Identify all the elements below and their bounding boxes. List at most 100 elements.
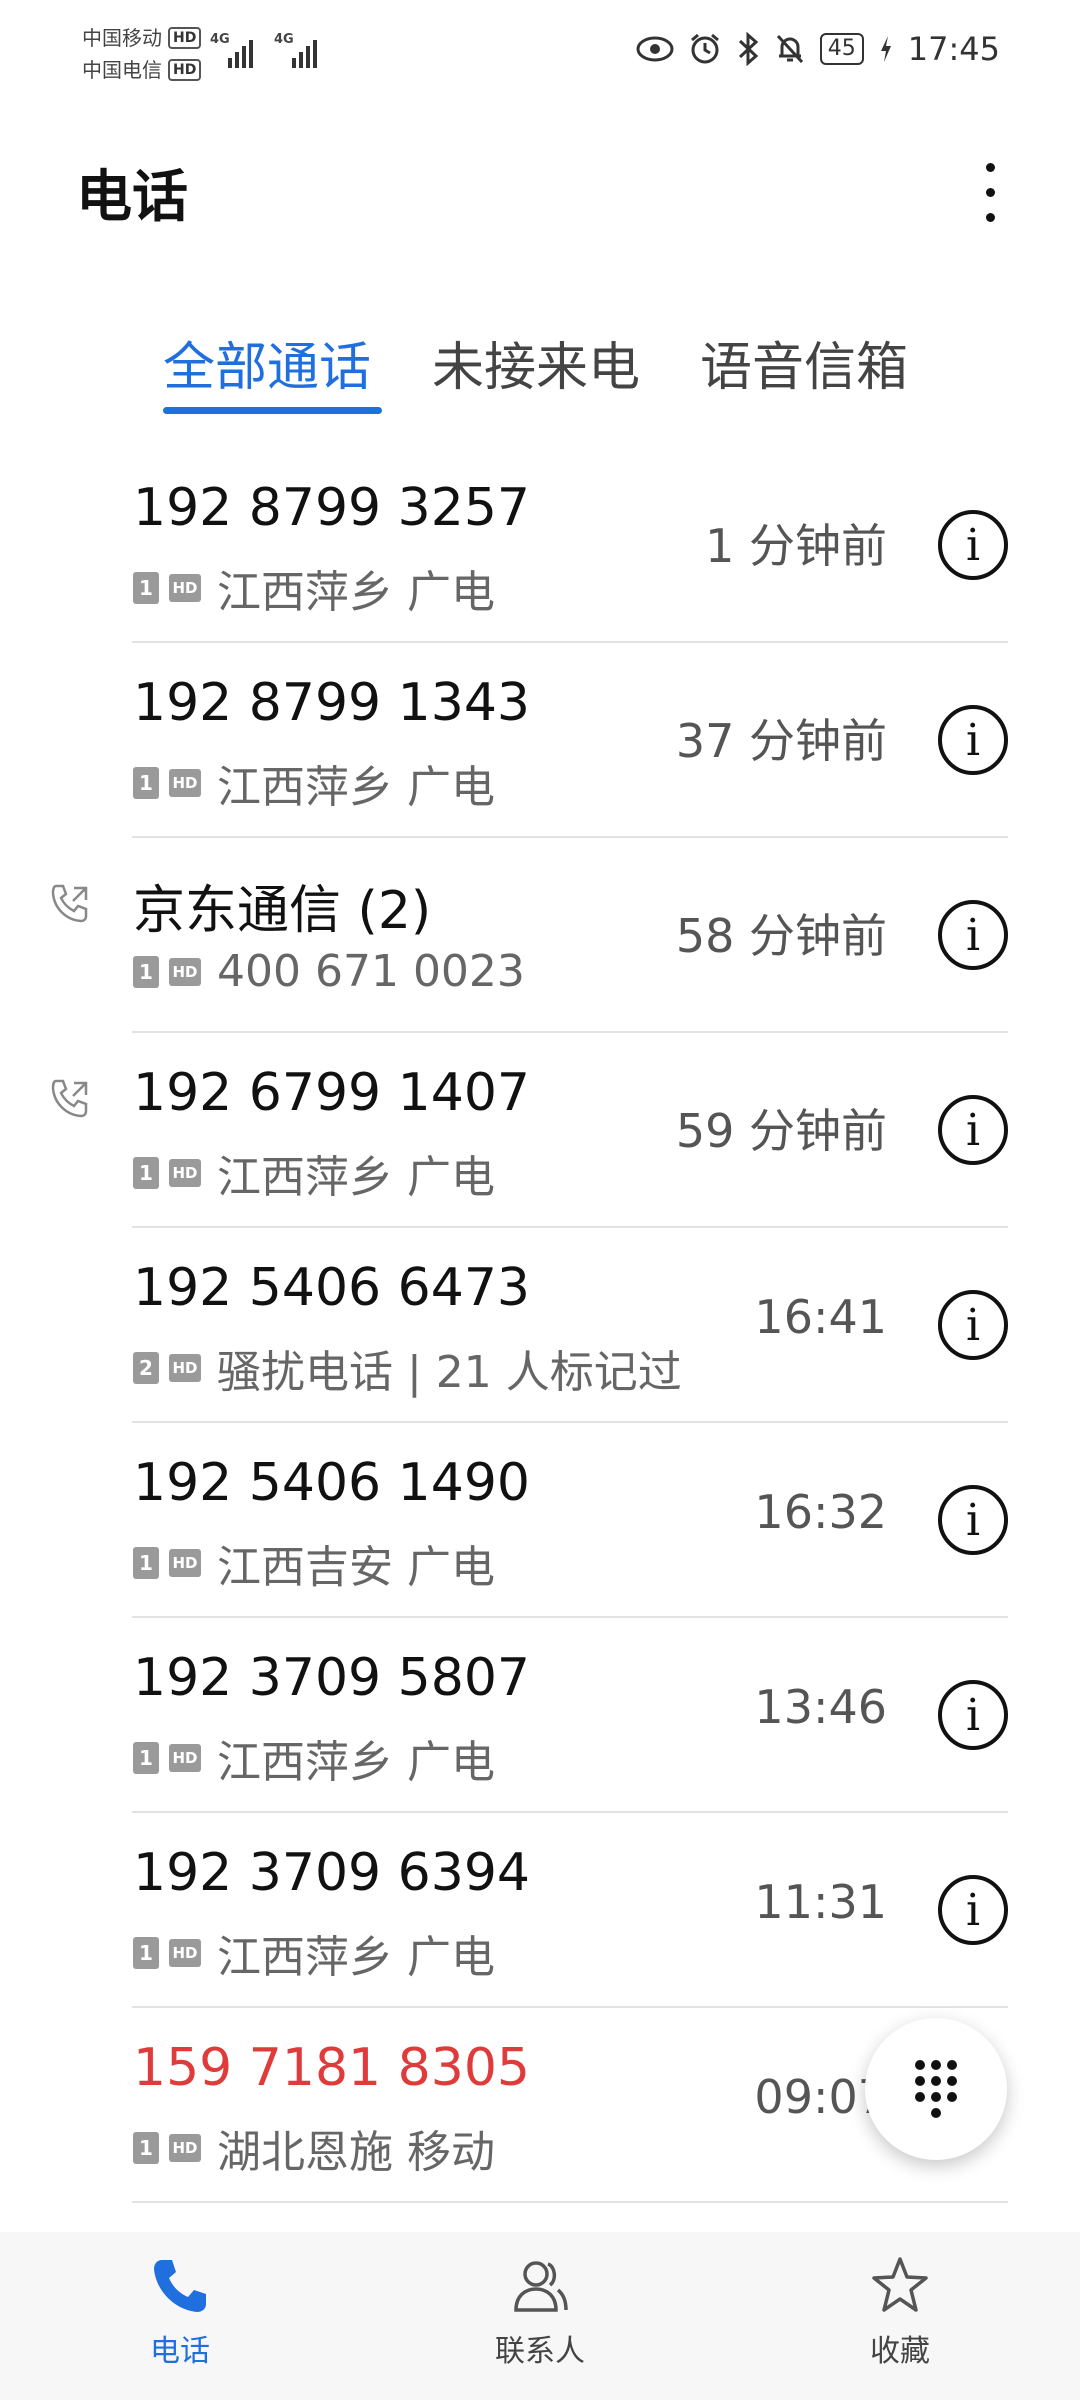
outgoing-call-icon [51, 1079, 88, 1118]
tab-all-calls[interactable]: 全部通话 [163, 325, 371, 400]
caller-name: 159 7181 8305 [133, 2038, 530, 2098]
nav-contacts[interactable]: 联系人 [440, 2254, 640, 2370]
call-time: 59 分钟前 [675, 1104, 887, 1158]
call-time: 37 分钟前 [675, 714, 887, 768]
sim-badge: 1 [133, 1937, 159, 1969]
caller-location: 400 671 0023 [217, 946, 525, 997]
outgoing-call-icon [51, 884, 88, 923]
call-log-row[interactable]: 192 3709 5807 1 HD 江西萍乡 广电 13:46 i [0, 1618, 1080, 1813]
call-log-row[interactable]: 192 5406 6473 2 HD 骚扰电话 | 21 人标记过 16:41 i [0, 1228, 1080, 1423]
call-info-button[interactable]: i [938, 1485, 1008, 1555]
more-options-button[interactable] [965, 152, 1015, 232]
charging-icon [880, 36, 891, 62]
call-info-button[interactable]: i [938, 705, 1008, 775]
nav-phone-label: 电话 [150, 2334, 210, 2369]
caller-name: 192 8799 1343 [133, 673, 530, 733]
caller-details: 1 HD 江西萍乡 广电 [133, 1921, 495, 1985]
call-info-button[interactable]: i [938, 510, 1008, 580]
caller-details: 1 HD 湖北恩施 移动 [133, 2116, 495, 2180]
caller-details: 1 HD 江西吉安 广电 [133, 1531, 495, 1595]
page-title: 电话 [76, 165, 188, 230]
row-divider [132, 2201, 1008, 2203]
call-time: 1 分钟前 [705, 519, 887, 573]
call-log-row[interactable]: 192 5406 1490 1 HD 江西吉安 广电 16:32 i [0, 1423, 1080, 1618]
info-icon: i [965, 909, 981, 961]
hd-badge: HD [169, 1549, 201, 1577]
bottom-navigation: 电话 联系人 收藏 [0, 2232, 1080, 2400]
status-time: 17:45 [907, 30, 1000, 68]
caller-name: 192 3709 5807 [133, 1648, 530, 1708]
call-time: 11:31 [754, 1875, 887, 1929]
sim-badge: 1 [133, 955, 159, 988]
tab-voicemail[interactable]: 语音信箱 [700, 325, 908, 400]
eye-icon [636, 36, 674, 62]
info-icon: i [965, 519, 981, 571]
call-time: 58 分钟前 [675, 909, 887, 963]
signal-2-icon: 4G [274, 32, 324, 68]
caller-location: 江西萍乡 广电 [217, 1932, 495, 1983]
info-icon: i [965, 1299, 981, 1351]
phone-icon [154, 2260, 206, 2312]
hd-badge: HD [169, 574, 201, 602]
call-info-button[interactable]: i [938, 1095, 1008, 1165]
caller-details: 1 HD 400 671 0023 [133, 946, 525, 997]
hd-badge: HD [169, 1159, 201, 1187]
nav-phone[interactable]: 电话 [80, 2254, 280, 2370]
hd-badge: HD [169, 769, 201, 797]
info-icon: i [965, 1104, 981, 1156]
call-log-row[interactable]: 192 8799 1343 1 HD 江西萍乡 广电 37 分钟前 i [0, 643, 1080, 838]
caller-location: 江西萍乡 广电 [217, 1737, 495, 1788]
alarm-icon [690, 33, 719, 64]
status-bar: 中国移动 HD 中国电信 HD 4G 4G 45 17:45 [0, 0, 1080, 110]
caller-name: 京东通信 (2) [133, 881, 432, 941]
dialpad-button[interactable] [865, 2018, 1007, 2160]
sim-badge: 1 [133, 1547, 159, 1579]
signal-1-icon: 4G [210, 32, 260, 68]
call-log-row[interactable]: 京东通信 (2) 1 HD 400 671 0023 58 分钟前 i [0, 838, 1080, 1033]
caller-details: 1 HD 江西萍乡 广电 [133, 556, 495, 620]
nav-favorites[interactable]: 收藏 [800, 2254, 1000, 2370]
caller-location: 江西萍乡 广电 [217, 1152, 495, 1203]
call-info-button[interactable]: i [938, 1875, 1008, 1945]
more-dots-icon [985, 162, 995, 172]
call-info-button[interactable]: i [938, 900, 1008, 970]
carrier-2-hd-badge: HD [168, 59, 202, 81]
info-icon: i [965, 1494, 981, 1546]
info-icon: i [965, 1689, 981, 1741]
contacts-icon [514, 2261, 568, 2312]
hd-badge: HD [169, 2134, 201, 2162]
carrier-1-name: 中国移动 [82, 26, 162, 50]
caller-name: 192 6799 1407 [133, 1063, 530, 1123]
hd-badge: HD [169, 957, 201, 986]
caller-location: 江西萍乡 广电 [217, 762, 495, 813]
hd-badge: HD [169, 1354, 201, 1382]
call-log-list: 192 8799 3257 1 HD 江西萍乡 广电 1 分钟前 i 192 8799 13… [0, 448, 1080, 2203]
call-log-row[interactable]: 192 6799 1407 1 HD 江西萍乡 广电 59 分钟前 i [0, 1033, 1080, 1228]
call-filter-tabs: 全部通话 未接来电 语音信箱 [0, 325, 1080, 425]
info-icon: i [965, 714, 981, 766]
signal-indicators: 4G 4G [210, 32, 324, 68]
sim-badge: 1 [133, 1742, 159, 1774]
call-log-row[interactable]: 192 8799 3257 1 HD 江西萍乡 广电 1 分钟前 i [0, 448, 1080, 643]
call-time: 16:32 [754, 1485, 887, 1539]
caller-details: 2 HD 骚扰电话 | 21 人标记过 [133, 1336, 682, 1400]
call-info-button[interactable]: i [938, 1290, 1008, 1360]
info-icon: i [965, 1884, 981, 1936]
carrier-info: 中国移动 HD 中国电信 HD [82, 22, 202, 86]
caller-details: 1 HD 江西萍乡 广电 [133, 751, 495, 815]
status-icons: 45 17:45 [636, 30, 1000, 68]
hd-badge: HD [169, 1939, 201, 1967]
sim-badge: 1 [133, 1157, 159, 1189]
call-log-row[interactable]: 192 3709 6394 1 HD 江西萍乡 广电 11:31 i [0, 1813, 1080, 2008]
caller-location: 骚扰电话 | 21 人标记过 [217, 1347, 682, 1398]
tab-missed-calls[interactable]: 未接来电 [432, 325, 640, 400]
caller-location: 湖北恩施 移动 [217, 2127, 495, 2178]
sim-badge: 1 [133, 2132, 159, 2164]
hd-badge: HD [169, 1744, 201, 1772]
star-icon [872, 2257, 928, 2312]
caller-location: 江西萍乡 广电 [217, 567, 495, 618]
sim-badge: 2 [133, 1352, 159, 1384]
nav-favorites-label: 收藏 [870, 2334, 930, 2369]
call-info-button[interactable]: i [938, 1680, 1008, 1750]
caller-details: 1 HD 江西萍乡 广电 [133, 1141, 495, 1205]
